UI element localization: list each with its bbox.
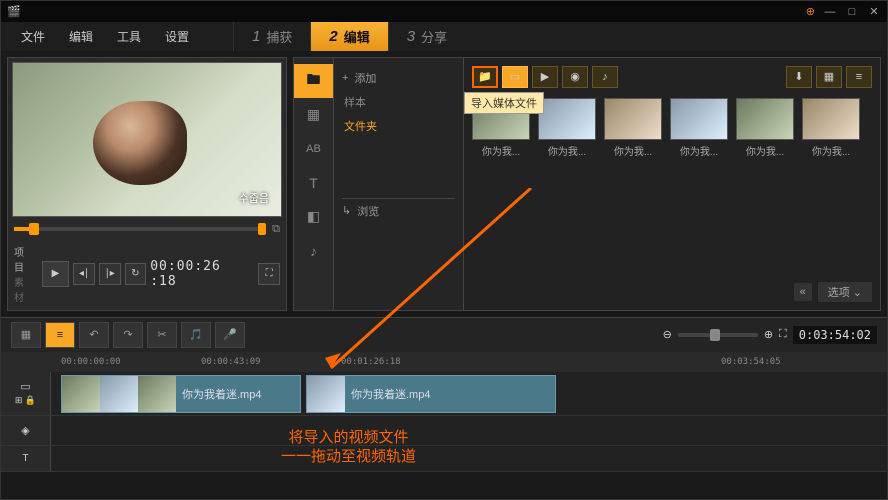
lib-sample[interactable]: 样本 [342,90,455,114]
copy-icon[interactable]: ⧉ [272,223,280,236]
seek-bar[interactable] [14,227,266,231]
menu-edit[interactable]: 编辑 [59,24,103,49]
timeline-view-button[interactable]: ≡ [45,322,75,348]
view-audio-button[interactable]: ♪ [592,66,618,88]
audio-tab[interactable]: ♪ [294,234,333,268]
thumb-item[interactable]: 你为我... [538,98,596,158]
lock-icon[interactable]: ⊞ 🔒 [15,395,36,406]
thumb-item[interactable]: 你为我... [736,98,794,158]
import-media-button[interactable]: 📁 导入媒体文件 [472,66,498,88]
material-label: 素材 [14,274,34,304]
title-tab[interactable]: AB [294,132,333,166]
video-track[interactable]: ▭ ⊞ 🔒 你为我着迷.mp4 你为我着迷.mp4 [1,372,887,416]
preview-panel: 수줍음 ⧉ 项目 素材 ▶ ◂∣ ∣▸ ↻ 0 [7,57,287,311]
play-button[interactable]: ▶ [42,261,70,287]
media-tab[interactable]: 🖿 [294,64,333,98]
preview-overlay-text: 수줍음 [239,190,269,206]
undo-button[interactable]: ↶ [79,322,109,348]
timeline-clip[interactable]: 你为我着迷.mp4 [61,375,301,413]
grid-view-button[interactable]: ▦ [816,66,842,88]
text-tab[interactable]: T [294,166,333,200]
step-capture[interactable]: 1捕获 [233,22,310,51]
menu-file[interactable]: 文件 [11,24,55,49]
import-tooltip: 导入媒体文件 [464,92,544,114]
thumb-item[interactable]: 你为我... [670,98,728,158]
zoom-in-icon[interactable]: ⊕ [764,328,773,341]
app-icon: 🎬 [7,5,21,18]
overlay-track[interactable]: ◈ [1,416,887,446]
storyboard-view-button[interactable]: ▦ [11,322,41,348]
preview-video[interactable]: 수줍음 [12,62,282,217]
arrow-icon: ↳ [342,204,351,217]
menu-settings[interactable]: 设置 [155,24,199,49]
list-view-button[interactable]: ≡ [846,66,872,88]
tool-record[interactable]: 🎤 [215,322,245,348]
maximize-button[interactable]: □ [845,5,859,19]
menubar: 文件 编辑 工具 设置 1捕获 2编辑 3分享 [1,22,887,51]
menu-tools[interactable]: 工具 [107,24,151,49]
plus-icon: + [342,72,348,84]
lib-folder[interactable]: 文件夹 [342,114,455,138]
loop-button[interactable]: ↻ [125,263,147,285]
zoom-out-icon[interactable]: ⊖ [663,328,672,341]
timeline-panel: ▦ ≡ ↶ ↷ ✂ 🎵 🎤 ⊖ ⊕ ⛶ 0:03:54:02 00:00:00:… [1,317,887,499]
view-all-button[interactable]: ▭ [502,66,528,88]
titlebar: 🎬 ⊕ — □ ✕ [1,1,887,22]
thumb-item[interactable]: 你为我... [604,98,662,158]
transition-tab[interactable]: ▦ [294,98,333,132]
timeline-clip[interactable]: 你为我着迷.mp4 [306,375,556,413]
minimize-button[interactable]: — [823,5,837,19]
close-button[interactable]: ✕ [867,5,881,19]
title-track[interactable]: T [1,446,887,472]
thumb-item[interactable]: 你为我... [802,98,860,158]
help-icon[interactable]: ⊕ [806,5,815,18]
title-track-icon: T [22,453,28,464]
sort-button[interactable]: ⬇ [786,66,812,88]
redo-button[interactable]: ↷ [113,322,143,348]
options-button[interactable]: 选项 ⌄ [818,282,872,302]
expand-button[interactable]: ⛶ [258,263,280,285]
next-frame-button[interactable]: ∣▸ [99,263,121,285]
tool-cut[interactable]: ✂ [147,322,177,348]
step-share[interactable]: 3分享 [388,22,465,51]
browse-button[interactable]: ↳浏览 [342,198,455,223]
tool-audio[interactable]: 🎵 [181,322,211,348]
prev-frame-button[interactable]: ◂∣ [73,263,95,285]
overlay-track-icon: ◈ [21,424,29,437]
fit-icon[interactable]: ⛶ [779,328,787,341]
video-track-icon: ▭ [20,380,30,393]
add-folder-button[interactable]: +添加 [342,66,455,90]
view-photo-button[interactable]: ◉ [562,66,588,88]
project-label: 项目 [14,244,34,274]
zoom-slider[interactable] [678,333,758,337]
view-video-button[interactable]: ▶ [532,66,558,88]
collapse-icon[interactable]: « [794,283,812,301]
timecode: 00:00:26 :18 [150,259,254,289]
step-edit[interactable]: 2编辑 [310,22,387,51]
timeline-duration: 0:03:54:02 [793,326,877,344]
filter-tab[interactable]: ◧ [294,200,333,234]
timeline-ruler[interactable]: 00:00:00:00 00:00:43:09 00:01:26:18 00:0… [1,352,887,372]
